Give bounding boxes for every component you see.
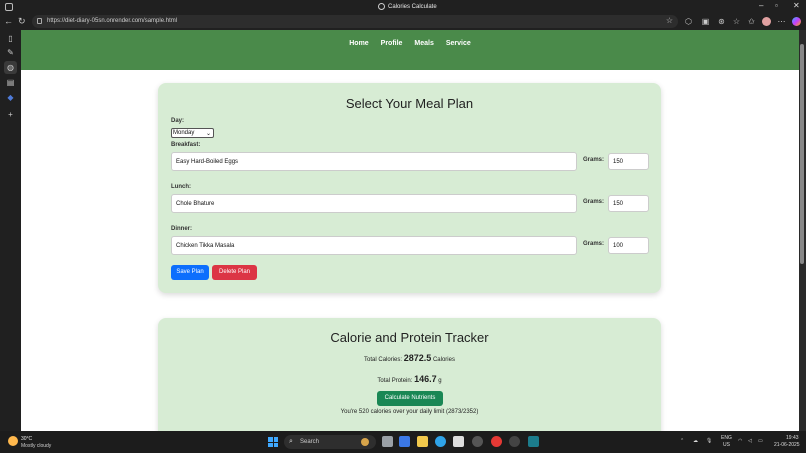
total-protein: Total Protein: 146.7 g xyxy=(158,374,661,384)
tray-chevron-icon[interactable]: ⌃ xyxy=(680,438,684,444)
globe-icon xyxy=(378,3,385,10)
refresh-icon[interactable]: ↻ xyxy=(18,16,26,27)
protein-value: 146.7 xyxy=(414,374,437,384)
youtube-icon[interactable] xyxy=(491,436,502,447)
browser-title-bar: Calories Calculate – ▫ ✕ xyxy=(0,0,806,14)
start-button[interactable] xyxy=(268,437,278,447)
profile-avatar[interactable] xyxy=(762,17,771,26)
total-calories: Total Calories: 2872.5 Calories xyxy=(158,353,661,363)
lock-icon xyxy=(37,18,42,24)
volume-icon[interactable]: ◁ xyxy=(748,438,752,444)
globe-tab-icon[interactable]: ◍ xyxy=(4,61,17,74)
calories-suffix: Calories xyxy=(432,357,455,363)
meal-plan-card: Select Your Meal Plan Day: Monday ⌄ Brea… xyxy=(158,83,661,293)
page-scrollbar[interactable] xyxy=(799,30,806,431)
breakfast-label: Breakfast: xyxy=(171,142,201,148)
nav-link-meals[interactable]: Meals xyxy=(414,40,433,47)
app-tab-icon[interactable]: ◆ xyxy=(6,93,15,102)
language-top[interactable]: ENG xyxy=(721,435,732,441)
tab-title: Calories Calculate xyxy=(378,3,437,10)
favorites-icon[interactable]: ✩ xyxy=(747,17,756,26)
language-bottom[interactable]: US xyxy=(723,442,730,448)
weather-icon[interactable] xyxy=(8,436,18,446)
minimize-icon[interactable]: – xyxy=(759,1,763,10)
address-bar[interactable]: https://diet-diary-05sn.onrender.com/sam… xyxy=(32,15,678,28)
github-icon[interactable] xyxy=(509,436,520,447)
taskbar: 30°C Mostly cloudy ⌕ Search ⌃ ☁ 🎙 ENG US… xyxy=(0,431,806,453)
address-toolbar: ← ↻ https://diet-diary-05sn.onrender.com… xyxy=(0,14,806,30)
day-select[interactable]: Monday ⌄ xyxy=(171,128,214,138)
tracker-card: Calorie and Protein Tracker Total Calori… xyxy=(158,318,661,431)
browser-sidebar: ▯ ✎ ◍ ▤ ◆ + xyxy=(0,30,21,431)
protein-prefix: Total Protein: xyxy=(377,378,413,384)
day-select-value: Monday xyxy=(173,130,195,136)
lunch-grams-label: Grams: xyxy=(583,199,605,205)
more-menu-icon[interactable]: ⋯ xyxy=(777,17,786,26)
maximize-icon[interactable]: ▫ xyxy=(775,1,778,10)
taskbar-search[interactable]: ⌕ Search xyxy=(284,435,376,449)
nav-link-home[interactable]: Home xyxy=(349,40,368,47)
lunch-label: Lunch: xyxy=(171,184,191,190)
clock-time[interactable]: 19:43 xyxy=(786,435,799,441)
calories-value: 2872.5 xyxy=(403,353,432,363)
lunch-grams-input[interactable]: 150 xyxy=(608,195,649,212)
extensions-icon[interactable]: ⬡ xyxy=(684,17,693,26)
weather-temp: 30°C xyxy=(21,436,33,442)
clock-date[interactable]: 21-06-2025 xyxy=(774,442,800,448)
calculate-nutrients-button[interactable]: Calculate Nutrients xyxy=(377,391,443,406)
dinner-grams-input[interactable]: 100 xyxy=(608,237,649,254)
nav-link-profile[interactable]: Profile xyxy=(381,40,403,47)
meal-plan-title: Select Your Meal Plan xyxy=(345,96,474,111)
calorie-limit-message: You're 520 calories over your daily limi… xyxy=(340,409,479,415)
chevron-down-icon: ⌄ xyxy=(205,131,211,137)
dinner-label: Dinner: xyxy=(171,226,192,232)
search-highlight-icon xyxy=(361,438,369,446)
url-text[interactable]: https://diet-diary-05sn.onrender.com/sam… xyxy=(47,18,177,24)
weather-desc: Mostly cloudy xyxy=(21,443,52,449)
page-viewport: Home Profile Meals Service Select Your M… xyxy=(21,30,799,431)
tab-actions-icon[interactable]: ▯ xyxy=(6,34,15,43)
task-view-icon[interactable] xyxy=(382,436,393,447)
save-plan-button[interactable]: Save Plan xyxy=(171,265,209,280)
breakfast-grams-label: Grams: xyxy=(583,157,605,163)
dinner-input[interactable]: Chicken Tikka Masala xyxy=(171,236,577,255)
breakfast-input[interactable]: Easy Hard-Boiled Eggs xyxy=(171,152,577,171)
wifi-icon[interactable]: ◠ xyxy=(738,438,742,444)
favorite-star-icon[interactable]: ☆ xyxy=(666,16,673,25)
search-icon: ⌕ xyxy=(289,438,293,445)
tab-title-text: Calories Calculate xyxy=(388,3,437,10)
tracker-title: Calorie and Protein Tracker xyxy=(330,330,489,345)
split-screen-icon[interactable]: ▣ xyxy=(701,17,710,26)
battery-icon[interactable]: ▭ xyxy=(758,438,763,444)
vscode-icon[interactable] xyxy=(528,436,539,447)
scrollbar-thumb[interactable] xyxy=(800,44,804,264)
browser-app-icon[interactable] xyxy=(5,3,13,11)
reader-icon[interactable]: ▤ xyxy=(6,78,15,87)
breakfast-grams-input[interactable]: 150 xyxy=(608,153,649,170)
close-icon[interactable]: ✕ xyxy=(793,1,800,10)
calories-prefix: Total Calories: xyxy=(364,357,403,363)
add-tab-icon[interactable]: + xyxy=(6,110,15,119)
copilot-app-icon[interactable] xyxy=(399,436,410,447)
store-icon[interactable] xyxy=(453,436,464,447)
collections-icon[interactable]: ☆ xyxy=(732,17,741,26)
chrome-icon[interactable] xyxy=(472,436,483,447)
site-navbar: Home Profile Meals Service xyxy=(21,30,799,70)
edit-icon[interactable]: ✎ xyxy=(6,48,15,57)
dinner-grams-label: Grams: xyxy=(583,241,605,247)
delete-plan-button[interactable]: Delete Plan xyxy=(212,265,257,280)
nav-link-service[interactable]: Service xyxy=(446,40,471,47)
tray-drive-icon[interactable]: ☁ xyxy=(693,438,698,444)
file-explorer-icon[interactable] xyxy=(417,436,428,447)
nav-links: Home Profile Meals Service xyxy=(21,40,799,47)
day-label: Day: xyxy=(171,118,185,124)
tracking-icon[interactable]: ⊛ xyxy=(717,17,726,26)
copilot-icon[interactable] xyxy=(792,17,801,26)
protein-suffix: g xyxy=(438,378,442,384)
edge-icon[interactable] xyxy=(435,436,446,447)
microphone-icon[interactable]: 🎙 xyxy=(706,438,712,444)
taskbar-search-label: Search xyxy=(300,439,320,445)
lunch-input[interactable]: Chole Bhature xyxy=(171,194,577,213)
back-icon[interactable]: ← xyxy=(4,16,13,26)
